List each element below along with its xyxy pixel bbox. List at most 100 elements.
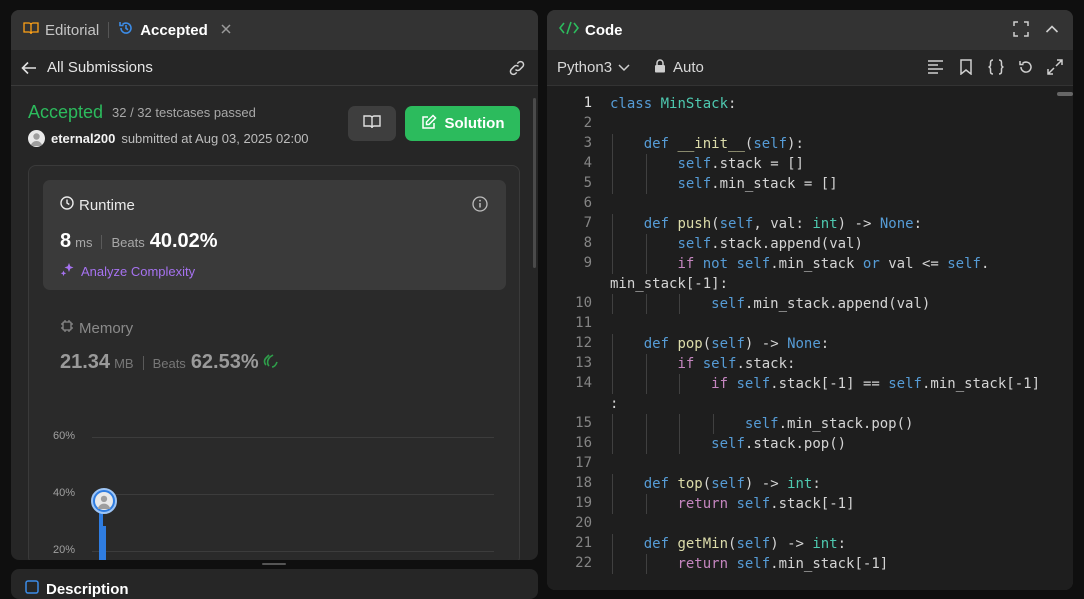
solution-button-label: Solution	[444, 115, 505, 132]
indent-guide	[612, 214, 613, 234]
line-number: 1	[583, 95, 592, 111]
indent-guide	[612, 374, 613, 394]
expand-icon[interactable]	[1047, 59, 1063, 80]
code-line[interactable]: def top(self) -> int:	[610, 474, 821, 494]
performance-stats: Runtime 8 ms Beats 40.02% Analyze Comple…	[28, 165, 520, 560]
tab-editorial-label: Editorial	[45, 21, 100, 39]
grid-line	[92, 437, 494, 438]
avatar[interactable]	[28, 130, 45, 147]
indent-guide	[612, 154, 613, 174]
scrollbar[interactable]	[533, 98, 536, 268]
fullscreen-icon[interactable]	[1013, 21, 1029, 41]
chart-bar[interactable]	[103, 526, 106, 560]
indent-guide	[645, 434, 647, 454]
runtime-card[interactable]: Runtime 8 ms Beats 40.02% Analyze Comple…	[43, 180, 506, 290]
indent-guide	[679, 294, 681, 314]
code-line[interactable]: self.min_stack = []	[610, 174, 837, 194]
memory-beats-label: Beats	[152, 356, 186, 371]
code-line[interactable]: class MinStack:	[610, 94, 736, 114]
submitted-time: submitted at Aug 03, 2025 02:00	[121, 131, 309, 146]
tab-editorial[interactable]: Editorial	[23, 21, 99, 39]
code-line[interactable]: if not self.min_stack or val <= self.	[610, 254, 989, 274]
indent-guide	[612, 434, 613, 454]
code-line[interactable]: def __init__(self):	[610, 134, 804, 154]
code-line[interactable]: self.min_stack.pop()	[610, 414, 914, 434]
book-icon	[23, 21, 39, 39]
memory-unit: MB	[114, 356, 134, 371]
avatar-icon	[95, 492, 113, 510]
braces-icon[interactable]	[987, 59, 1005, 80]
indent-guide	[645, 294, 647, 314]
your-submission-marker[interactable]	[91, 488, 117, 514]
close-icon[interactable]	[220, 22, 232, 39]
code-line[interactable]: def push(self, val: int) -> None:	[610, 214, 922, 234]
code-line[interactable]: if self.stack[-1] == self.min_stack[-1]	[610, 374, 1040, 394]
memory-beats-value: 62.53%	[190, 351, 259, 373]
line-number: 20	[575, 515, 592, 531]
clap-icon	[263, 354, 279, 371]
tab-accepted[interactable]: Accepted	[118, 20, 232, 40]
indent-guide	[645, 174, 647, 194]
y-tick-label: 60%	[53, 430, 76, 442]
line-number: 13	[575, 355, 592, 371]
open-book-icon	[363, 114, 381, 134]
memory-label-row[interactable]: Memory	[60, 319, 133, 337]
language-select[interactable]: Python3	[557, 59, 630, 76]
line-number: 2	[583, 115, 592, 131]
editor-scrollbar[interactable]	[1057, 92, 1073, 96]
metric-divider	[142, 355, 144, 370]
code-line[interactable]: self.stack = []	[610, 154, 804, 174]
analyze-complexity-link[interactable]: Analyze Complexity	[60, 262, 195, 280]
notes-button[interactable]	[348, 106, 396, 141]
line-number: 21	[575, 535, 592, 551]
runtime-label: Runtime	[79, 196, 135, 214]
format-icon[interactable]	[927, 59, 945, 80]
back-arrow-icon[interactable]	[21, 61, 37, 75]
indent-guide	[612, 494, 613, 514]
line-number: 9	[583, 255, 592, 271]
memory-value: 21.34	[60, 351, 111, 373]
history-icon	[118, 20, 134, 40]
tab-code[interactable]: Code	[558, 21, 623, 39]
line-number: 4	[583, 155, 592, 171]
indent-guide	[645, 414, 647, 434]
code-line[interactable]: min_stack[-1]:	[610, 274, 728, 294]
code-line[interactable]: if self.stack:	[610, 354, 795, 374]
code-icon	[558, 21, 580, 39]
runtime-metric: 8 ms Beats 40.02%	[60, 230, 218, 253]
code-line[interactable]: :	[610, 394, 618, 414]
line-number: 19	[575, 495, 592, 511]
indent-guide	[612, 474, 613, 494]
line-number: 10	[575, 295, 592, 311]
code-line[interactable]: def getMin(self) -> int:	[610, 534, 846, 554]
submissions-header: All Submissions	[11, 50, 538, 86]
indent-guide	[645, 554, 647, 574]
username[interactable]: eternal200	[51, 131, 115, 146]
info-icon[interactable]	[472, 196, 488, 217]
code-line[interactable]: self.stack.append(val)	[610, 234, 863, 254]
indent-guide	[645, 354, 647, 374]
line-number: 17	[575, 455, 592, 471]
resize-handle[interactable]	[262, 563, 286, 565]
code-editor[interactable]: 1 class MinStack: 2 3 def __init__(self): 4 …	[547, 86, 1073, 590]
code-line[interactable]: self.min_stack.append(val)	[610, 294, 930, 314]
share-link-icon[interactable]	[508, 60, 526, 80]
line-number: 8	[583, 235, 592, 251]
chevron-down-icon	[618, 59, 630, 76]
reset-icon[interactable]	[1018, 59, 1034, 80]
code-line[interactable]: def pop(self) -> None:	[610, 334, 830, 354]
description-panel: Description	[11, 569, 538, 599]
runtime-value: 8	[60, 230, 72, 252]
indent-guide	[612, 294, 613, 314]
all-submissions-link[interactable]: All Submissions	[47, 59, 153, 76]
code-panel: Code Python3 Auto 1 class MinStack: 2 3 …	[547, 10, 1073, 590]
clock-icon	[60, 196, 74, 214]
line-number: 7	[583, 215, 592, 231]
y-tick-label: 40%	[53, 487, 76, 499]
bookmark-icon[interactable]	[958, 59, 974, 80]
auto-mode-toggle[interactable]: Auto	[654, 58, 704, 77]
solution-button[interactable]: Solution	[405, 106, 520, 141]
chevron-up-icon[interactable]	[1045, 21, 1059, 41]
code-line[interactable]: return self.min_stack[-1]	[610, 554, 888, 574]
tab-description[interactable]: Description	[25, 580, 129, 598]
